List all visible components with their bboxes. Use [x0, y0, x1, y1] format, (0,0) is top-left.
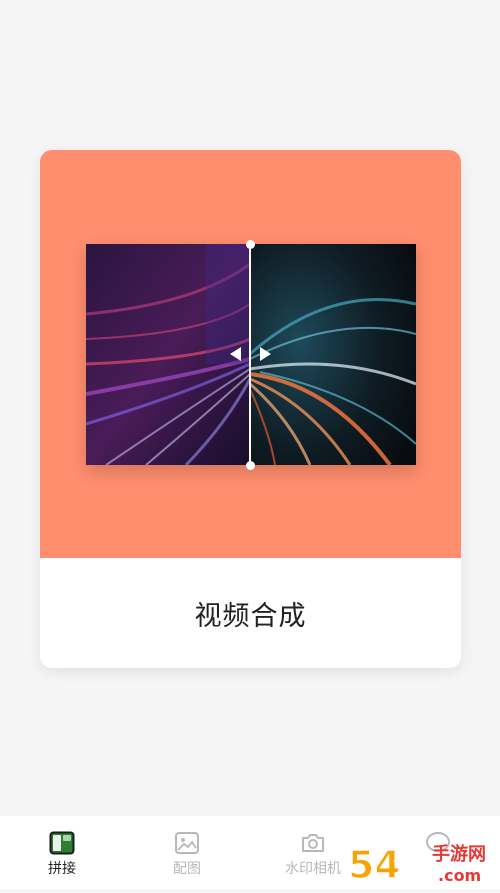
svg-text:.com: .com: [438, 866, 481, 885]
tab-collage[interactable]: 拼接: [12, 816, 112, 889]
collage-icon: [49, 831, 75, 855]
card-preview-area: [40, 150, 461, 558]
video-merge-card[interactable]: 视频合成: [40, 150, 461, 668]
svg-text:游: 游: [394, 847, 428, 887]
tab-image[interactable]: 配图: [137, 816, 237, 889]
site-watermark-logo: 54 游 手游网 .com: [347, 836, 500, 889]
divider-top-handle[interactable]: [245, 239, 255, 249]
comparison-divider[interactable]: [249, 244, 251, 465]
card-title: 视频合成: [194, 600, 307, 632]
tab-image-label: 配图: [173, 861, 201, 877]
svg-text:手游网: 手游网: [432, 843, 486, 865]
left-video-thumbnail: [86, 244, 250, 465]
tab-collage-label: 拼接: [48, 861, 76, 877]
before-after-comparison: [86, 239, 416, 470]
arrow-right-icon: [260, 347, 271, 361]
camera-icon: [302, 834, 324, 852]
divider-bottom-handle[interactable]: [245, 460, 255, 470]
right-video-thumbnail: [250, 244, 416, 465]
tab-watermark-camera-label: 水印相机: [285, 861, 341, 877]
arrow-left-icon: [230, 347, 241, 361]
image-icon: [175, 832, 199, 854]
svg-text:54: 54: [348, 843, 401, 887]
